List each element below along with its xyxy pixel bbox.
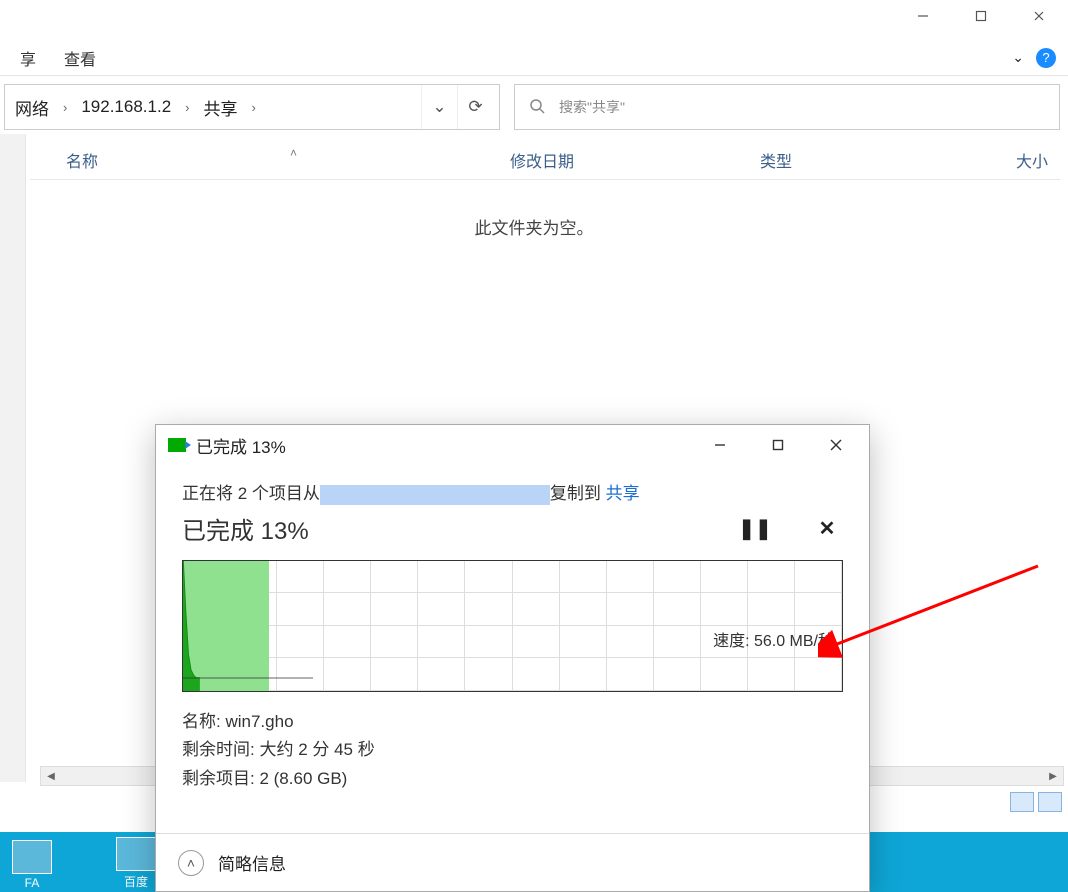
window-maximize-button[interactable] [952,0,1010,32]
column-header-type[interactable]: 类型 [760,148,960,172]
view-mode-icons[interactable] [1038,792,1062,812]
menu-view[interactable]: 查看 [50,42,110,74]
column-header-modified[interactable]: 修改日期 [510,148,760,172]
speed-label: 速度: 56.0 MB/秒 [713,627,834,651]
stat-items-remaining: 剩余项目: 2 (8.60 GB) [182,765,843,794]
address-bar[interactable]: 网络 › 192.168.1.2 › 共享 › ⌄ ⟳ [4,84,500,130]
window-close-button[interactable] [1010,0,1068,32]
search-icon [529,98,545,117]
column-header-size[interactable]: 大小 [960,148,1060,172]
column-header-name[interactable]: 名称 ˄ [30,148,510,172]
scroll-left-button[interactable]: ◀ [41,767,61,785]
cancel-button[interactable]: ✕ [811,512,843,544]
pause-button[interactable]: ❚❚ [739,512,771,544]
taskbar-app-baidu[interactable]: 百度 [116,837,156,890]
taskbar-app-fa[interactable]: FA [12,840,52,890]
refresh-button[interactable]: ⟳ [457,85,493,129]
copy-subtitle: 正在将 2 个项目从复制到 共享 [182,479,843,505]
dialog-minimize-button[interactable] [691,426,749,464]
copy-destination-link[interactable]: 共享 [606,484,640,503]
chevron-right-icon: › [175,100,199,115]
copy-icon [168,438,186,452]
ribbon-collapse-chevron[interactable]: ⌄ [1012,49,1024,66]
breadcrumb-share[interactable]: 共享 [200,95,242,120]
address-dropdown[interactable]: ⌄ [421,85,457,129]
progress-percent-label: 已完成 13% [182,511,309,546]
menu-home[interactable]: 享 [6,42,50,74]
chevron-right-icon: › [53,100,77,115]
stat-time-remaining: 剩余时间: 大约 2 分 45 秒 [182,736,843,765]
copy-progress-dialog: 已完成 13% 正在将 2 个项目从复制到 共享 已完成 13% ❚❚ ✕ [155,424,870,892]
breadcrumb-network[interactable]: 网络 [11,95,53,120]
breadcrumb-host[interactable]: 192.168.1.2 [77,97,175,117]
dialog-maximize-button[interactable] [749,426,807,464]
search-placeholder: 搜索"共享" [559,97,625,117]
stat-filename: 名称: win7.gho [182,708,843,737]
redacted-source [320,485,550,505]
dialog-close-button[interactable] [807,426,865,464]
scroll-right-button[interactable]: ▶ [1043,767,1063,785]
dialog-title: 已完成 13% [196,433,691,458]
window-minimize-button[interactable] [894,0,952,32]
fewer-details-label: 简略信息 [218,850,286,875]
view-mode-details[interactable] [1010,792,1034,812]
fewer-details-toggle[interactable]: ˄ [178,850,204,876]
transfer-speed-chart: 速度: 56.0 MB/秒 [182,560,843,692]
empty-folder-message: 此文件夹为空。 [0,214,1068,239]
chevron-right-icon: › [242,100,266,115]
sort-caret-icon: ˄ [290,146,297,160]
search-input[interactable]: 搜索"共享" [514,84,1060,130]
help-icon[interactable]: ? [1036,48,1056,68]
